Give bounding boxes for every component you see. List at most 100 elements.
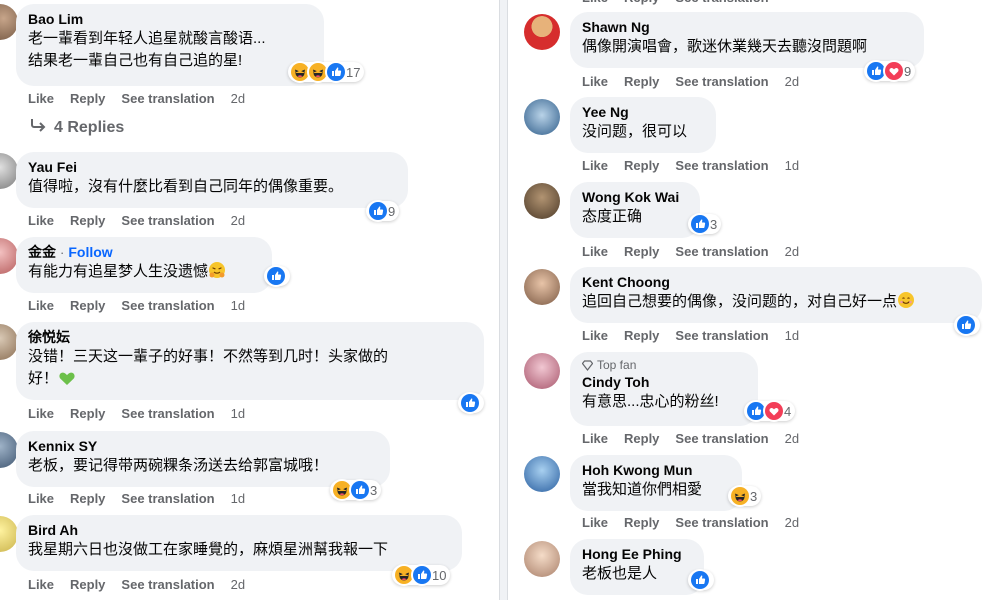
see-translation-link[interactable]: See translation [675,74,768,89]
like-button[interactable]: Like [28,577,54,592]
reply-button[interactable]: Reply [70,491,105,506]
timestamp[interactable]: 1d [785,328,799,343]
like-button[interactable]: Like [582,328,608,343]
timestamp[interactable]: 2d [231,213,245,228]
see-translation-link[interactable]: See translation [121,577,214,592]
see-translation-link[interactable]: See translation [675,158,768,173]
commenter-name[interactable]: Yee Ng [582,103,629,121]
like-button[interactable]: Like [582,158,608,173]
avatar[interactable] [524,456,560,492]
commenter-name[interactable]: Hong Ee Phing [582,545,682,563]
reaction-count: 9 [904,63,912,79]
reaction-summary[interactable]: 3 [330,479,382,501]
timestamp[interactable]: 2d [785,74,799,89]
reply-button[interactable]: Reply [624,328,659,343]
reaction-summary[interactable]: 9 [366,200,400,222]
see-translation-link[interactable]: See translation [675,244,768,259]
comment-text: 老板，要记得带两碗粿条汤送去给郭富城哦！ [28,457,329,474]
like-button[interactable]: Like [28,406,54,421]
commenter-name[interactable]: Kennix SY [28,437,97,455]
comment-text: 我星期六日也沒做工在家睡覺的，麻煩星洲幫我報一下 [28,541,389,558]
reply-button[interactable]: Reply [624,515,659,530]
reply-button[interactable]: Reply [624,74,659,89]
like-button[interactable]: Like [28,298,54,313]
reaction-summary[interactable] [264,265,290,287]
comment-actions-partial: Like Reply See translation [582,0,769,5]
see-translation-link[interactable]: See translation [675,431,768,446]
like-button[interactable]: Like [582,0,608,5]
comment-actions: Like Reply See translation 1d [582,158,799,173]
reaction-count: 9 [388,203,396,219]
timestamp[interactable]: 2d [785,515,799,530]
like-button[interactable]: Like [582,515,608,530]
timestamp[interactable]: 1d [231,406,245,421]
reaction-summary[interactable] [458,392,484,414]
commenter-name[interactable]: 金金 [28,243,56,261]
reply-button[interactable]: Reply [70,577,105,592]
reaction-summary[interactable]: 3 [728,485,762,507]
like-button[interactable]: Like [28,491,54,506]
comment-bubble: Top fan Cindy Toh 有意思...忠心的粉丝! [570,352,758,426]
like-button[interactable]: Like [28,213,54,228]
view-replies-link[interactable]: 4 Replies [30,118,124,137]
see-translation-link[interactable]: See translation [675,0,768,5]
reaction-summary[interactable] [688,569,714,591]
reaction-summary[interactable]: 17 [288,61,365,83]
reaction-summary[interactable]: 10 [392,564,451,586]
avatar[interactable] [524,353,560,389]
comment-text: 态度正确 [582,208,643,225]
commenter-name[interactable]: Hoh Kwong Mun [582,461,692,479]
commenter-name[interactable]: Cindy Toh [582,373,649,391]
reply-button[interactable]: Reply [624,158,659,173]
commenter-name[interactable]: Shawn Ng [582,18,650,36]
avatar[interactable] [524,541,560,577]
see-translation-link[interactable]: See translation [121,491,214,506]
reply-button[interactable]: Reply [624,244,659,259]
timestamp[interactable]: 2d [231,577,245,592]
avatar[interactable] [524,14,560,50]
green-heart-icon [58,370,76,393]
reaction-summary[interactable]: 4 [744,400,796,422]
like-button[interactable]: Like [582,74,608,89]
reaction-summary[interactable] [954,314,980,336]
commenter-name[interactable]: Bird Ah [28,521,78,539]
commenter-name[interactable]: 徐悦妘 [28,328,70,346]
like-button[interactable]: Like [28,91,54,106]
commenter-name[interactable]: Kent Choong [582,273,670,291]
reply-button[interactable]: Reply [70,91,105,106]
reply-button[interactable]: Reply [624,431,659,446]
see-translation-link[interactable]: See translation [121,213,214,228]
replies-count[interactable]: 4 Replies [54,119,124,137]
reply-button[interactable]: Reply [70,213,105,228]
comment-bubble: Kennix SY 老板，要记得带两碗粿条汤送去给郭富城哦！ [16,431,390,487]
commenter-name[interactable]: Bao Lim [28,10,83,28]
like-icon [955,314,977,336]
avatar[interactable] [524,99,560,135]
see-translation-link[interactable]: See translation [675,328,768,343]
timestamp[interactable]: 2d [231,91,245,106]
timestamp[interactable]: 1d [785,158,799,173]
see-translation-link[interactable]: See translation [675,515,768,530]
commenter-name[interactable]: Yau Fei [28,158,77,176]
timestamp[interactable]: 2d [785,431,799,446]
avatar[interactable] [524,183,560,219]
see-translation-link[interactable]: See translation [121,91,214,106]
comment-text: 當我知道你們相愛 [582,481,703,498]
see-translation-link[interactable]: See translation [121,406,214,421]
see-translation-link[interactable]: See translation [121,298,214,313]
reply-button[interactable]: Reply [70,406,105,421]
reaction-summary[interactable]: 3 [688,213,722,235]
timestamp[interactable]: 1d [231,491,245,506]
reaction-summary[interactable]: 9 [864,60,916,82]
reply-button[interactable]: Reply [624,0,659,5]
timestamp[interactable]: 1d [231,298,245,313]
commenter-name[interactable]: Wong Kok Wai [582,188,679,206]
reply-button[interactable]: Reply [70,298,105,313]
follow-button[interactable]: Follow [68,244,112,260]
comment-actions: Like Reply See translation 2d [28,577,245,592]
avatar[interactable] [524,269,560,305]
timestamp[interactable]: 2d [785,244,799,259]
like-button[interactable]: Like [582,244,608,259]
like-button[interactable]: Like [582,431,608,446]
comment-bubble: 金金 · Follow 有能力有追星梦人生没遗憾 [16,237,272,293]
